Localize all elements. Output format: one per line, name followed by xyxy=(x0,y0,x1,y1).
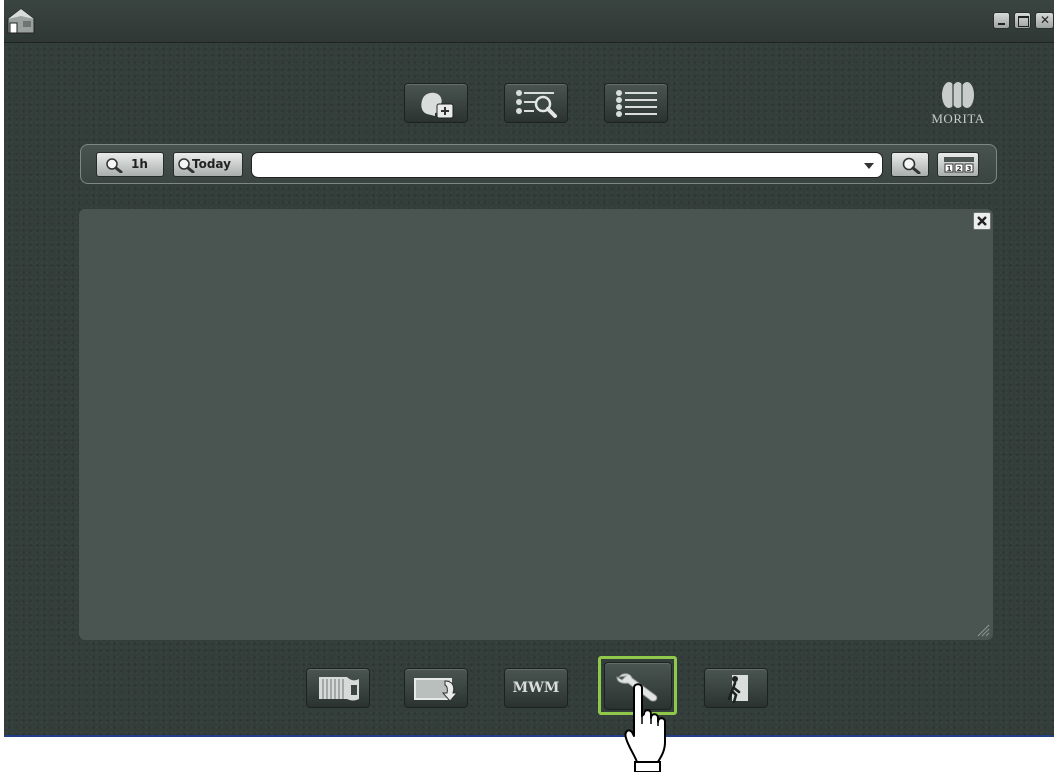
window-bottom-edge xyxy=(4,735,1054,737)
resize-grip-icon[interactable] xyxy=(976,623,990,637)
maximize-button[interactable] xyxy=(1014,12,1031,29)
home-icon[interactable] xyxy=(6,6,36,36)
panoramic-icon xyxy=(319,677,359,701)
morita-logo: MORITA xyxy=(928,78,988,128)
close-button[interactable]: ✕ xyxy=(1035,12,1054,29)
search-1h-label: 1h xyxy=(131,157,148,171)
head-plus-icon xyxy=(421,92,454,119)
app-window: ✕ MORITA 1h Today 1 2 3 MWM xyxy=(4,0,1054,737)
panel-close-button[interactable] xyxy=(973,212,991,230)
patient-search-button[interactable] xyxy=(504,83,568,123)
search-bar: 1h Today 1 2 3 xyxy=(80,144,997,184)
numbered-layout-icon: 1 2 3 xyxy=(944,157,974,173)
patient-list-button[interactable] xyxy=(604,83,668,123)
mwm-label: MWM xyxy=(512,680,560,696)
search-icon xyxy=(902,157,921,174)
list-icon xyxy=(616,90,657,117)
search-today-label: Today xyxy=(192,157,231,171)
layout-button[interactable]: 1 2 3 xyxy=(937,152,979,177)
close-icon xyxy=(977,216,987,226)
list-magnifier-icon xyxy=(516,90,557,118)
svg-text:1: 1 xyxy=(947,165,952,173)
results-panel xyxy=(79,209,993,640)
minimize-button[interactable] xyxy=(993,12,1010,29)
title-bar: ✕ xyxy=(4,0,1054,43)
exit-button[interactable] xyxy=(704,668,768,708)
search-1h-button[interactable]: 1h xyxy=(96,152,164,177)
new-patient-button[interactable] xyxy=(404,83,468,123)
close-icon: ✕ xyxy=(1040,13,1051,27)
image-import-icon xyxy=(414,678,459,702)
svg-text:3: 3 xyxy=(967,165,972,173)
mwm-button[interactable]: MWM xyxy=(504,668,568,708)
maximize-icon xyxy=(1018,16,1029,27)
import-button[interactable] xyxy=(404,668,468,708)
search-button[interactable] xyxy=(891,152,929,177)
chevron-down-icon[interactable] xyxy=(862,159,876,173)
hand-pointer-cursor-icon xyxy=(624,683,666,772)
panoramic-button[interactable] xyxy=(306,668,370,708)
svg-text:2: 2 xyxy=(957,165,962,173)
minimize-icon xyxy=(998,23,1005,25)
morita-logo-icon xyxy=(942,82,974,108)
logo-text: MORITA xyxy=(931,111,985,126)
search-icon xyxy=(106,158,123,173)
search-combo-input[interactable] xyxy=(251,152,883,178)
search-today-button[interactable]: Today xyxy=(173,152,243,177)
exit-door-icon xyxy=(727,675,748,704)
